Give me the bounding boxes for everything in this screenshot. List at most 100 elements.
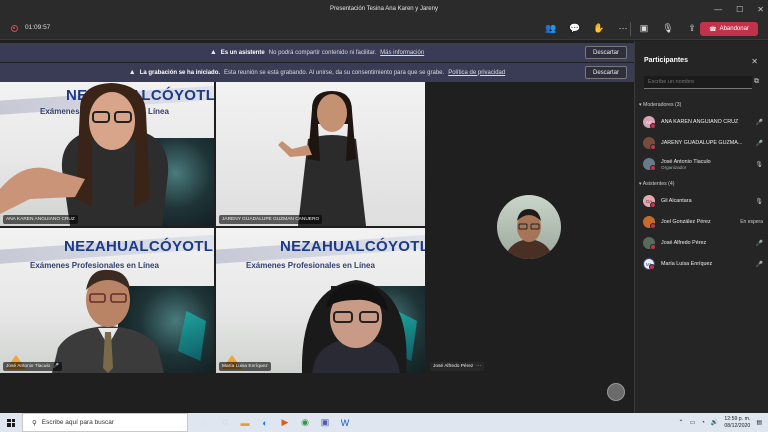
hangup-icon: ☎ xyxy=(709,26,717,33)
panel-title: Participantes xyxy=(644,57,688,64)
taskbar-search-text: Escribe aquí para buscar xyxy=(41,419,115,426)
volume-icon[interactable]: 🔊 xyxy=(711,419,718,426)
minimize-icon[interactable]: — xyxy=(714,5,722,14)
leave-button[interactable]: ☎ Abandonar xyxy=(700,22,758,36)
banner-text: No podrá compartir contenido ni facilita… xyxy=(268,49,377,56)
mic-off-icon[interactable]: 🎙 xyxy=(662,22,674,34)
participant-row[interactable]: José Antonio Tlaculo Organizador 🎙 xyxy=(643,155,763,173)
attendees-heading[interactable]: ▾ Asistentes (4) xyxy=(639,181,674,187)
close-window-icon[interactable]: ✕ xyxy=(757,5,764,14)
participant-video xyxy=(301,280,407,373)
teams-icon[interactable]: ▣ xyxy=(318,416,332,430)
more-actions-icon[interactable]: ⋯ xyxy=(617,22,629,34)
toolbar-actions: 👥 💬 ✋ ⋯ xyxy=(545,22,629,34)
participant-row[interactable]: JARENY GUADALUPE GUZMA... 🎤 xyxy=(643,134,763,152)
participant-row[interactable]: ML María Luisa Enríquez 🎤 xyxy=(643,255,763,273)
banner-text: Esta reunión se está grabando. Al unirse… xyxy=(224,69,445,76)
close-panel-icon[interactable]: ✕ xyxy=(751,57,758,66)
warning-icon: ▲ xyxy=(128,69,136,76)
participant-name-tag: JARENY GUADALUPE GUZMAN CANUERO xyxy=(219,215,323,224)
mic-icon: 🎤 xyxy=(53,364,60,369)
avatar: AC xyxy=(643,116,656,129)
participant-name: José Alfredo Pérez xyxy=(661,240,707,246)
toolbar-divider xyxy=(630,22,631,36)
notifications-icon[interactable]: ▤ xyxy=(756,419,762,426)
file-explorer-icon[interactable]: ▬ xyxy=(238,416,252,430)
leave-label: Abandonar xyxy=(719,26,749,32)
status-text: En espera xyxy=(740,219,763,225)
participant-name: ANA KAREN ANGUIANO CRUZ xyxy=(661,119,739,125)
more-options-icon[interactable]: ⋯ xyxy=(476,364,481,369)
participant-video xyxy=(278,91,366,226)
taskbar-search[interactable]: ⚲ Escribe aquí para buscar xyxy=(22,413,188,432)
participant-video xyxy=(505,209,553,259)
participant-name-tag: José Alfredo Pérez ⋯ xyxy=(430,362,485,371)
video-tile-jareny[interactable]: JARENY GUADALUPE GUZMAN CANUERO xyxy=(216,79,425,226)
recording-banner: ▲ La grabación se ha iniciado. Esta reun… xyxy=(0,63,634,82)
participant-row[interactable]: AC ANA KAREN ANGUIANO CRUZ 🎤 xyxy=(643,113,763,131)
start-button[interactable] xyxy=(0,413,22,432)
participants-icon[interactable]: 👥 xyxy=(545,22,557,34)
chevron-up-icon[interactable]: ⌃ xyxy=(679,419,684,426)
cortana-icon[interactable]: ○ xyxy=(198,416,212,430)
network-icon[interactable]: ◔ xyxy=(701,420,705,426)
title-bar: Presentación Tesina Ana Karen y Jareny —… xyxy=(0,0,768,18)
participant-name: Joel González Pérez xyxy=(661,219,711,225)
dismiss-button[interactable]: Descartar xyxy=(584,66,627,79)
presenters-heading[interactable]: ▾ Moderadores (3) xyxy=(639,102,681,108)
attendee-banner: ▲ Es un asistente No podrá compartir con… xyxy=(0,43,634,62)
video-tile-jose-antonio[interactable]: NEZAHUALCÓYOTL Exámenes Profesionales en… xyxy=(0,228,214,373)
camera-off-icon[interactable]: ▣ xyxy=(638,22,650,34)
media-player-icon[interactable]: ▶ xyxy=(278,416,292,430)
participant-name-tag: María Luisa Enríquez xyxy=(219,362,271,371)
task-view-icon[interactable]: ⧉ xyxy=(218,416,232,430)
participant-name-tag: ANA KAREN ANGUIANO CRUZ xyxy=(3,215,78,224)
participant-row[interactable]: José Alfredo Pérez 🎤 xyxy=(643,234,763,252)
participant-name-tag: José Antonio Tlaculo 🎤 xyxy=(3,362,63,371)
floating-participant-video[interactable] xyxy=(497,195,561,259)
chat-icon[interactable]: 💬 xyxy=(569,22,581,34)
meeting-toolbar: 01:09:57 👥 💬 ✋ ⋯ ▣ 🎙 ⇪ ☎ Abandonar xyxy=(0,18,768,40)
meeting-timer: 01:09:57 xyxy=(25,24,51,31)
search-icon: ⚲ xyxy=(32,419,37,427)
video-tile-maria-luisa[interactable]: NEZAHUALCÓYOTL Exámenes Profesionales en… xyxy=(216,228,425,373)
word-icon[interactable]: W xyxy=(338,416,352,430)
windows-icon xyxy=(7,418,15,427)
mic-off-icon: 🎙 xyxy=(755,198,763,205)
participant-name: JARENY GUADALUPE GUZMA... xyxy=(661,140,743,146)
banner-bold: Es un asistente xyxy=(220,49,265,56)
raise-hand-icon[interactable]: ✋ xyxy=(593,22,605,34)
bottom-area xyxy=(0,373,634,413)
maximize-icon[interactable]: ☐ xyxy=(736,5,743,14)
participant-row[interactable]: Joel González Pérez En espera xyxy=(643,213,763,231)
battery-icon[interactable]: ▭ xyxy=(690,419,696,426)
video-tile-ana-karen[interactable]: NEZAHUALCÓYOTL Exámenes Profesionales en… xyxy=(0,79,214,226)
recording-icon xyxy=(11,25,18,32)
dismiss-button[interactable]: Descartar xyxy=(584,46,627,59)
participants-panel: Participantes ✕ ⧉ ▾ Moderadores (3) AC A… xyxy=(634,41,768,413)
mic-off-icon: 🎙 xyxy=(755,161,763,168)
avatar xyxy=(643,158,656,171)
participant-row[interactable]: GA Gil Alcantara 🎙 xyxy=(643,192,763,210)
mic-icon: 🎤 xyxy=(755,261,763,268)
participant-search-input[interactable] xyxy=(644,76,752,89)
warning-icon: ▲ xyxy=(209,49,217,56)
media-controls: ▣ 🎙 ⇪ xyxy=(638,22,698,34)
participant-name: Gil Alcantara xyxy=(661,198,692,204)
organizer-label: Organizador xyxy=(661,164,687,170)
avatar xyxy=(643,216,656,229)
avatar xyxy=(643,137,656,150)
learn-more-link[interactable]: Más información xyxy=(380,50,424,56)
chrome-icon[interactable]: ◉ xyxy=(298,416,312,430)
clock[interactable]: 12:59 p. m. 08/12/2020 xyxy=(724,416,750,430)
edge-icon[interactable]: ◐ xyxy=(258,416,272,430)
self-view-button[interactable] xyxy=(607,383,625,401)
avatar: GA xyxy=(643,195,656,208)
privacy-policy-link[interactable]: Política de privacidad xyxy=(448,70,505,76)
taskbar-apps: ○ ⧉ ▬ ◐ ▶ ◉ ▣ W xyxy=(198,416,352,430)
share-screen-icon[interactable]: ⇪ xyxy=(686,22,698,34)
mic-icon: 🎤 xyxy=(755,240,763,247)
share-invite-icon[interactable]: ⧉ xyxy=(754,78,759,86)
mic-icon: 🎤 xyxy=(755,119,763,126)
avatar xyxy=(643,237,656,250)
